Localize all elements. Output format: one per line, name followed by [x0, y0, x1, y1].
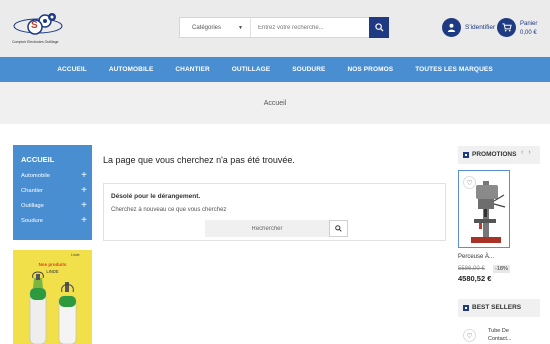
category-select[interactable]: Catégories ▼ — [180, 18, 251, 37]
best-seller-name[interactable]: Tube De — [488, 328, 509, 334]
promo-price: 4580,52 € — [458, 274, 492, 283]
cart-total: 0,00 € — [520, 30, 537, 36]
main-nav: ACCUEIL AUTOMOBILE CHANTIER OUTILLAGE SO… — [0, 57, 550, 82]
sidebar-item-outillage[interactable]: Outillage + — [21, 201, 87, 211]
cart-icon — [502, 23, 512, 32]
category-select-label: Catégories — [192, 24, 222, 31]
carousel-arrows: ‹› — [521, 149, 536, 156]
plus-icon[interactable]: + — [81, 171, 87, 181]
sidebar-item-label: Outillage — [21, 203, 44, 209]
header-search-bar: Catégories ▼ — [179, 17, 389, 38]
site-header: S Comptoir Electrodes Outillage Catégori… — [0, 0, 550, 57]
logo-letter: S — [31, 20, 38, 31]
sidebar-item-label: Chantier — [21, 188, 43, 194]
logo-tagline: Comptoir Electrodes Outillage — [12, 40, 59, 44]
page-search-button[interactable] — [329, 220, 348, 237]
best-seller-name-continued[interactable]: Contact... — [488, 336, 512, 342]
cart-summary[interactable]: Panier 0,00 € — [520, 20, 537, 38]
sidebar-item-label: Automobile — [21, 173, 51, 179]
page-search-input[interactable] — [205, 220, 329, 237]
nav-item-soudure[interactable]: SOUDURE — [281, 66, 336, 73]
signin-link[interactable]: S'identifier — [465, 24, 495, 31]
page-title: La page que vous cherchez n'a pas été tr… — [103, 155, 295, 165]
breadcrumb-home[interactable]: Accueil — [264, 100, 287, 107]
nav-item-toutes-les-marques[interactable]: TOUTES LES MARQUES — [404, 66, 504, 73]
plus-icon[interactable]: + — [81, 216, 87, 226]
gas-cylinders-image — [29, 271, 77, 344]
sidebar-item-chantier[interactable]: Chantier + — [21, 186, 87, 196]
chevron-right-icon[interactable]: › — [528, 149, 535, 156]
promo-product-name[interactable]: Perceuse À... — [458, 254, 494, 260]
best-sellers-header: BEST SELLERS — [458, 299, 540, 317]
caret-down-icon: ▼ — [238, 25, 243, 31]
logo-mark — [13, 13, 63, 35]
sidebar-item-label: Soudure — [21, 218, 43, 224]
account-button[interactable] — [442, 18, 461, 37]
breadcrumb: Accueil — [0, 82, 550, 124]
promo-product-card[interactable]: ♡ — [458, 170, 510, 248]
cart-button[interactable] — [497, 18, 516, 37]
best-sellers-title: BEST SELLERS — [472, 304, 522, 311]
header-search-button[interactable] — [369, 17, 389, 38]
page-search-form — [205, 220, 348, 237]
nav-item-chantier[interactable]: CHANTIER — [164, 66, 220, 73]
nav-item-accueil[interactable]: ACCUEIL — [46, 66, 98, 73]
plus-icon[interactable]: + — [81, 186, 87, 196]
card-title: Désolé pour le dérangement. — [111, 193, 201, 200]
not-found-card: Désolé pour le dérangement. Cherchez à n… — [103, 183, 446, 241]
cart-label: Panier — [520, 21, 538, 27]
nav-item-automobile[interactable]: AUTOMOBILE — [98, 66, 165, 73]
header-search-input[interactable] — [251, 18, 369, 37]
heart-icon[interactable]: ♡ — [463, 329, 476, 342]
nav-item-nos-promos[interactable]: NOS PROMOS — [336, 66, 404, 73]
sidebar-title[interactable]: ACCUEIL — [21, 155, 54, 164]
search-icon — [335, 225, 342, 232]
sidebar-item-automobile[interactable]: Automobile + — [21, 171, 87, 181]
category-sidebar: ACCUEIL Automobile + Chantier + Outillag… — [13, 145, 92, 240]
linde-promo-banner[interactable]: Linde Nos produits LINDE — [13, 250, 92, 344]
section-bullet-icon — [463, 305, 469, 311]
sidebar-item-soudure[interactable]: Soudure + — [21, 216, 87, 226]
drill-press-image — [471, 181, 506, 243]
nav-item-outillage[interactable]: OUTILLAGE — [221, 66, 281, 73]
discount-badge: -18% — [493, 265, 510, 273]
promo-old-price: 5586,00 € — [458, 266, 485, 272]
search-icon — [374, 23, 384, 32]
plus-icon[interactable]: + — [81, 201, 87, 211]
user-icon — [447, 23, 456, 32]
promotions-title: PROMOTIONS — [472, 151, 517, 158]
section-bullet-icon — [463, 152, 469, 158]
card-subtitle: Cherchez à nouveau ce que vous cherchez — [111, 207, 227, 213]
